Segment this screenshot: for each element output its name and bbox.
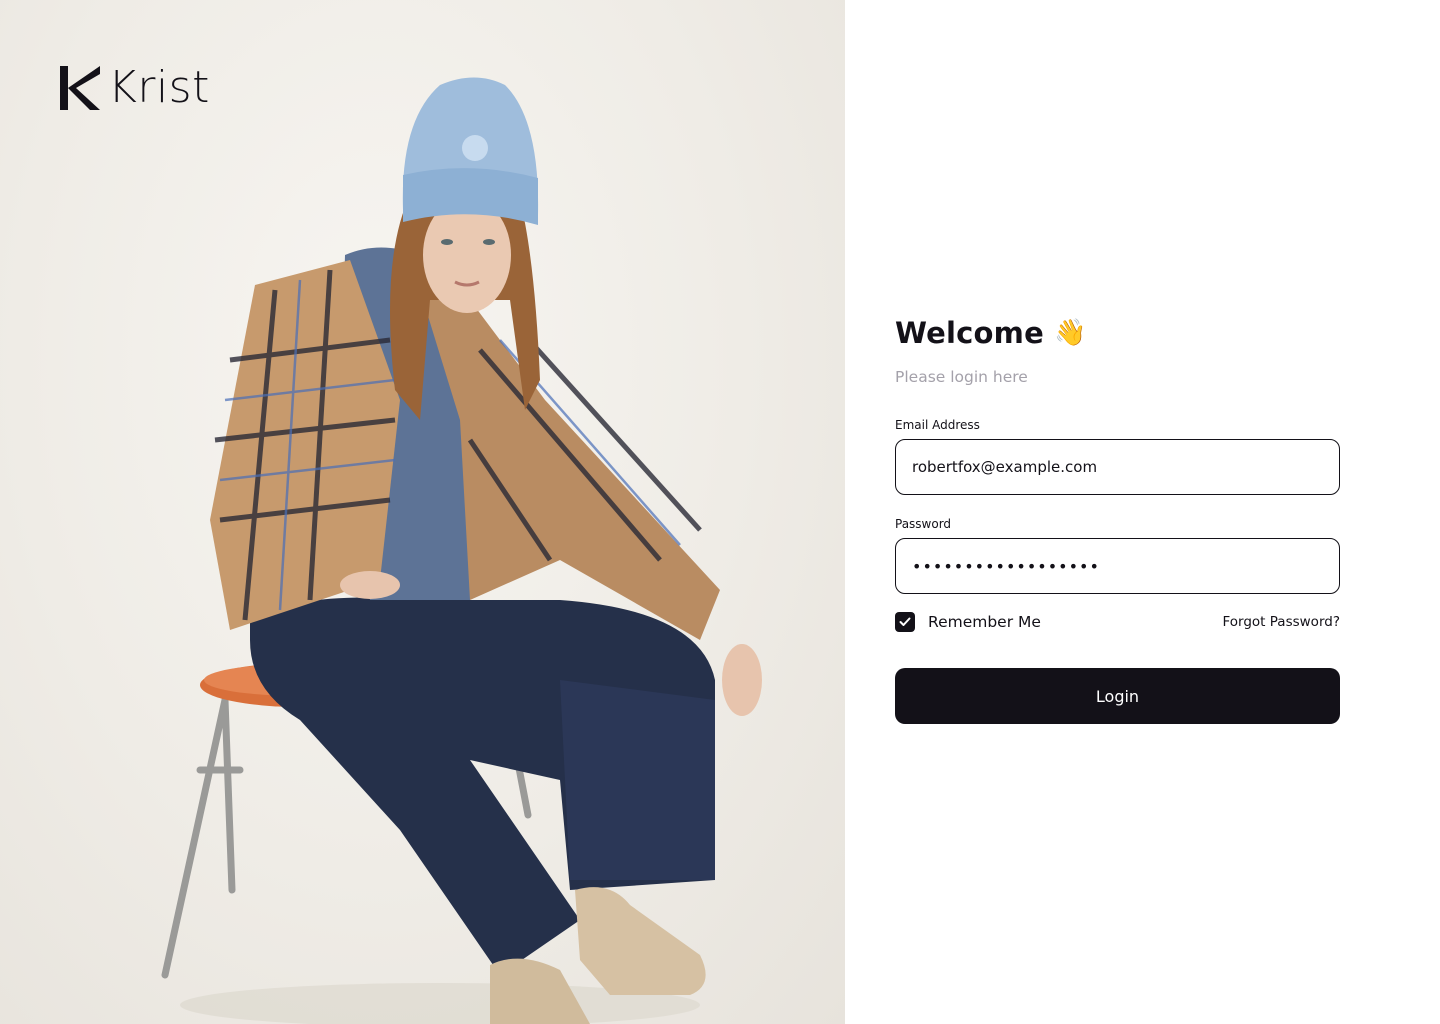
page-subtitle: Please login here [895, 368, 1028, 386]
password-value: •••••••••••••••••• [912, 556, 1100, 576]
login-button[interactable]: Login [895, 668, 1340, 724]
check-icon [899, 617, 911, 626]
model-photo [161, 77, 762, 1024]
password-field[interactable]: •••••••••••••••••• [895, 538, 1340, 594]
email-value: robertfox@example.com [912, 458, 1098, 476]
krist-k-logo-icon [60, 66, 100, 110]
waving-hand-icon: 👋 [1053, 318, 1087, 348]
page-title: Welcome [895, 316, 1044, 350]
brand-logo[interactable]: Krist [60, 66, 210, 110]
brand-name: Krist [108, 62, 210, 113]
remember-label: Remember Me [928, 613, 1041, 631]
password-label: Password [895, 517, 952, 531]
remember-checkbox[interactable] [895, 612, 915, 632]
forgot-password-link[interactable]: Forgot Password? [1223, 614, 1341, 630]
title-row: Welcome 👋 [895, 310, 1340, 356]
hero-photo-panel: Krist [0, 0, 845, 1024]
options-row: Remember Me Forgot Password? [895, 610, 1340, 634]
login-form: Welcome 👋 Please login here Email Addres… [895, 310, 1340, 724]
remember-me[interactable]: Remember Me [895, 612, 1041, 632]
email-field[interactable]: robertfox@example.com [895, 439, 1340, 495]
email-label: Email Address [895, 418, 980, 432]
